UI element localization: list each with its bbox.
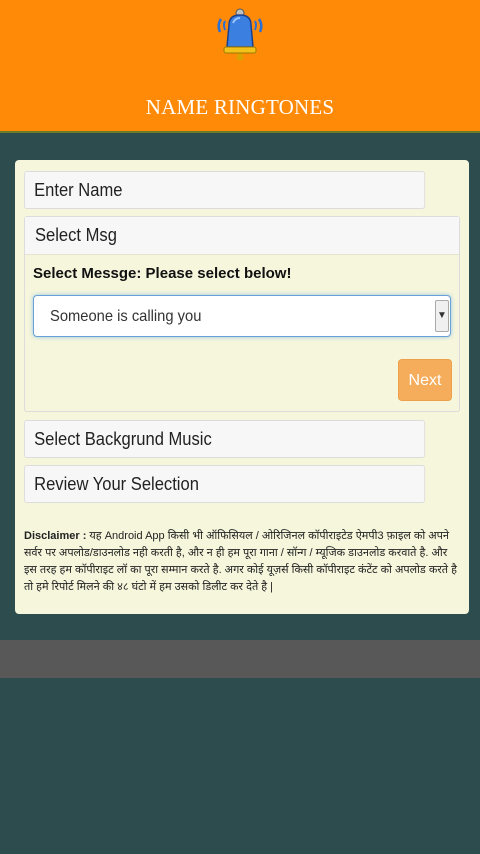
step-review[interactable]: Review Your Selection [24,465,426,503]
message-select-value: Someone is calling you [50,308,202,325]
app-header: NAME RINGTONES [0,0,480,133]
step-select-msg: Select Msg Select Messge: Please select … [24,216,460,412]
chevron-down-icon: ▼ [435,300,449,332]
ad-banner-area [0,640,480,678]
disclaimer-text: Disclaimer : यह Android App किसी भी ऑफिस… [24,528,460,596]
form-panel: Enter Name Select Msg Select Messge: Ple… [15,160,469,614]
disclaimer-prefix: Disclaimer : [24,530,87,542]
message-select[interactable]: Someone is calling you ▼ [33,295,451,337]
bell-icon [217,8,263,61]
step-select-music[interactable]: Select Backgrund Music [24,420,426,458]
step-select-msg-header[interactable]: Select Msg [25,217,459,255]
app-title: NAME RINGTONES [145,95,335,119]
select-message-label: Select Messge: Please select below! [33,265,292,282]
disclaimer-body: यह Android App किसी भी ऑफिसियल / ओरिजिनल… [24,530,457,593]
next-button[interactable]: Next [398,359,452,401]
step-enter-name[interactable]: Enter Name [24,171,426,209]
